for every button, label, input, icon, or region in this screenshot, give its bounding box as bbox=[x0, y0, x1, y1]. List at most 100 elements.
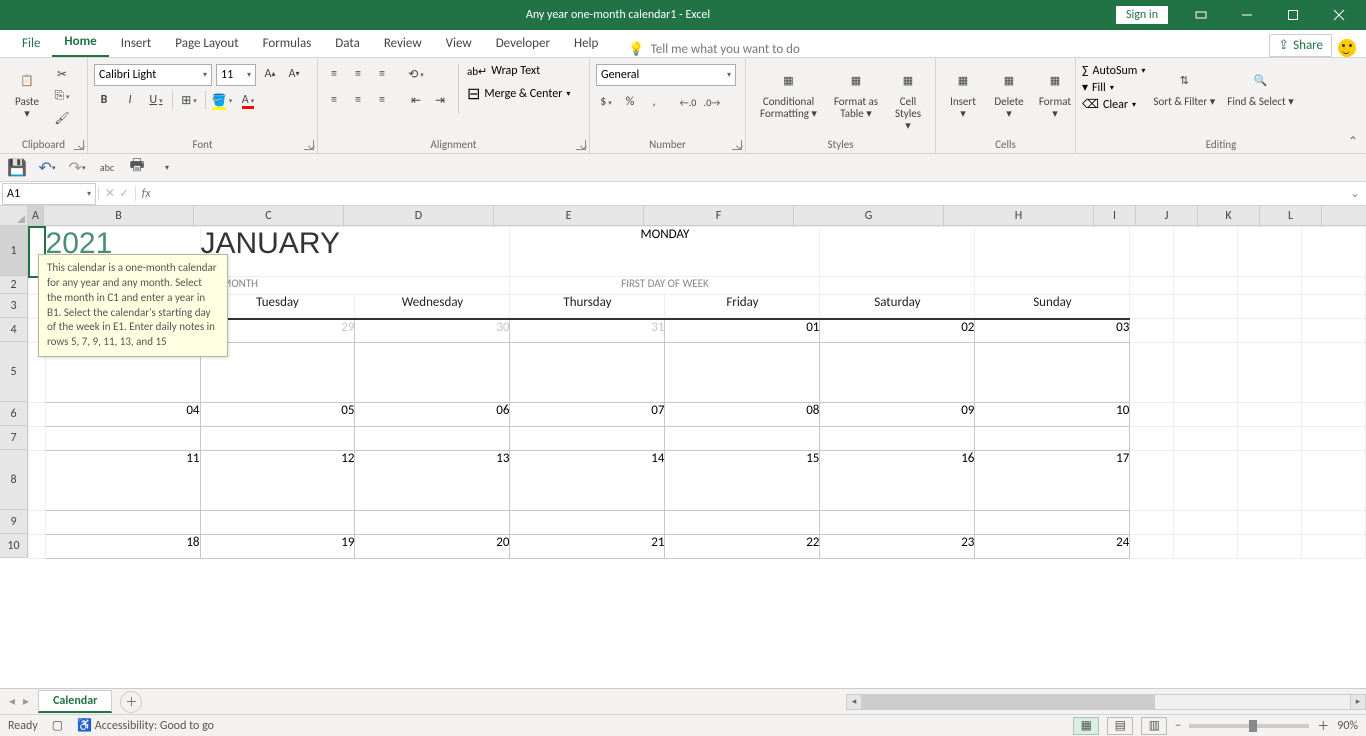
cell-styles-button[interactable]: ▦Cell Styles ▾ bbox=[887, 64, 929, 134]
horizontal-scrollbar[interactable]: ◂ ▸ bbox=[846, 694, 1366, 710]
cell[interactable] bbox=[45, 427, 200, 451]
paste-button[interactable]: 📋 Paste▾ bbox=[6, 64, 48, 122]
cell[interactable]: 05 bbox=[200, 403, 355, 427]
cell[interactable] bbox=[1301, 343, 1365, 403]
cell[interactable] bbox=[1301, 319, 1365, 343]
day-header[interactable]: Saturday bbox=[820, 295, 975, 319]
column-header-A[interactable]: A bbox=[28, 206, 44, 225]
cell[interactable]: 13 bbox=[355, 451, 510, 511]
cell[interactable] bbox=[1237, 403, 1301, 427]
cell[interactable]: 24 bbox=[975, 535, 1130, 559]
row-header-10[interactable]: 10 bbox=[0, 534, 27, 558]
cell[interactable] bbox=[1173, 295, 1237, 319]
expand-formula-bar-button[interactable]: ⌄ bbox=[1344, 186, 1366, 201]
align-middle-button[interactable]: ≡ bbox=[348, 64, 368, 84]
cell[interactable]: 09 bbox=[820, 403, 975, 427]
cell[interactable] bbox=[1237, 451, 1301, 511]
cell[interactable]: 02 bbox=[820, 319, 975, 343]
cell[interactable] bbox=[29, 511, 46, 535]
cell[interactable] bbox=[975, 227, 1130, 277]
cell[interactable]: 14 bbox=[510, 451, 665, 511]
font-name-select[interactable]: Calibri Light▾ bbox=[94, 64, 212, 86]
decrease-font-button[interactable]: A▾ bbox=[284, 64, 304, 84]
number-dialog-launcher[interactable] bbox=[732, 140, 742, 150]
row-header-9[interactable]: 9 bbox=[0, 510, 27, 534]
cell[interactable] bbox=[1237, 319, 1301, 343]
scroll-right-button[interactable]: ▸ bbox=[1350, 694, 1366, 710]
align-left-button[interactable]: ≡ bbox=[324, 90, 344, 110]
cell[interactable] bbox=[975, 343, 1130, 403]
page-break-view-button[interactable]: ▥ bbox=[1141, 717, 1167, 735]
column-header-L[interactable]: L bbox=[1260, 206, 1322, 225]
increase-decimal-button[interactable]: ←.0 bbox=[678, 92, 698, 112]
cell[interactable]: 11 bbox=[45, 451, 200, 511]
cell[interactable]: 21 bbox=[510, 535, 665, 559]
italic-button[interactable]: I bbox=[120, 90, 140, 110]
cell[interactable] bbox=[1237, 295, 1301, 319]
cell[interactable] bbox=[1130, 511, 1173, 535]
cell[interactable]: 10 bbox=[975, 403, 1130, 427]
format-cells-button[interactable]: ▦Format▾ bbox=[1034, 64, 1076, 122]
zoom-slider-thumb[interactable] bbox=[1249, 720, 1257, 732]
qat-customize-button[interactable]: ▾ bbox=[156, 157, 178, 179]
accessibility-status[interactable]: ♿ Accessibility: Good to go bbox=[77, 718, 214, 733]
cell[interactable] bbox=[1173, 277, 1237, 295]
minimize-button[interactable] bbox=[1224, 0, 1270, 30]
cell[interactable] bbox=[1173, 535, 1237, 559]
cell[interactable] bbox=[1130, 403, 1173, 427]
cell[interactable] bbox=[45, 511, 200, 535]
fill-button[interactable]: ▾Fill▾ bbox=[1082, 80, 1145, 95]
column-header-H[interactable]: H bbox=[944, 206, 1094, 225]
cell[interactable]: 19 bbox=[200, 535, 355, 559]
cell[interactable]: 01 bbox=[665, 319, 820, 343]
zoom-in-button[interactable]: ＋ bbox=[1317, 717, 1329, 734]
close-button[interactable] bbox=[1316, 0, 1362, 30]
tab-formulas[interactable]: Formulas bbox=[251, 32, 324, 57]
cell[interactable] bbox=[1130, 451, 1173, 511]
column-header-D[interactable]: D bbox=[344, 206, 494, 225]
column-header-J[interactable]: J bbox=[1136, 206, 1198, 225]
column-header-F[interactable]: F bbox=[644, 206, 794, 225]
cell[interactable] bbox=[1130, 295, 1173, 319]
sheet-nav-last[interactable]: ▸ bbox=[20, 694, 32, 709]
cell[interactable]: 31 bbox=[510, 319, 665, 343]
cell[interactable] bbox=[1173, 319, 1237, 343]
sheet-nav-first[interactable]: ◂ bbox=[6, 694, 18, 709]
day-header[interactable]: Sunday bbox=[975, 295, 1130, 319]
column-header-G[interactable]: G bbox=[794, 206, 944, 225]
fill-color-button[interactable]: 🪣 bbox=[212, 90, 232, 110]
cell[interactable] bbox=[200, 427, 355, 451]
cell[interactable] bbox=[1237, 535, 1301, 559]
tell-me-search[interactable]: 💡 Tell me what you want to do bbox=[628, 42, 800, 57]
cell[interactable]: 04 bbox=[45, 403, 200, 427]
conditional-formatting-button[interactable]: ▦Conditional Formatting ▾ bbox=[752, 64, 825, 122]
cell[interactable]: DAR MONTH bbox=[200, 277, 510, 295]
cancel-formula-button[interactable]: ✕ bbox=[105, 186, 115, 201]
cell[interactable] bbox=[510, 343, 665, 403]
cell[interactable]: 20 bbox=[355, 535, 510, 559]
redo-button[interactable]: ↷▾ bbox=[66, 157, 88, 179]
cell[interactable]: 16 bbox=[820, 451, 975, 511]
cell[interactable] bbox=[1173, 343, 1237, 403]
cell[interactable] bbox=[1301, 403, 1365, 427]
cell[interactable] bbox=[820, 511, 975, 535]
cell[interactable] bbox=[1301, 427, 1365, 451]
cell[interactable] bbox=[29, 535, 46, 559]
alignment-dialog-launcher[interactable] bbox=[576, 140, 586, 150]
cell[interactable] bbox=[1130, 343, 1173, 403]
cell[interactable] bbox=[1130, 535, 1173, 559]
fx-icon[interactable]: fx bbox=[136, 187, 156, 201]
select-all-button[interactable] bbox=[0, 206, 28, 226]
cell-month[interactable]: JANUARY bbox=[200, 227, 510, 277]
align-right-button[interactable]: ≡ bbox=[372, 90, 392, 110]
cell[interactable] bbox=[1173, 227, 1237, 277]
cut-button[interactable]: ✂ bbox=[52, 64, 72, 84]
copy-button[interactable]: ⎘ bbox=[52, 86, 72, 106]
number-format-select[interactable]: General▾ bbox=[596, 64, 736, 86]
row-header-7[interactable]: 7 bbox=[0, 426, 27, 450]
increase-font-button[interactable]: A▴ bbox=[260, 64, 280, 84]
cell[interactable] bbox=[355, 511, 510, 535]
tab-file[interactable]: File bbox=[10, 32, 52, 57]
cell[interactable] bbox=[820, 277, 975, 295]
cell[interactable] bbox=[1301, 277, 1365, 295]
